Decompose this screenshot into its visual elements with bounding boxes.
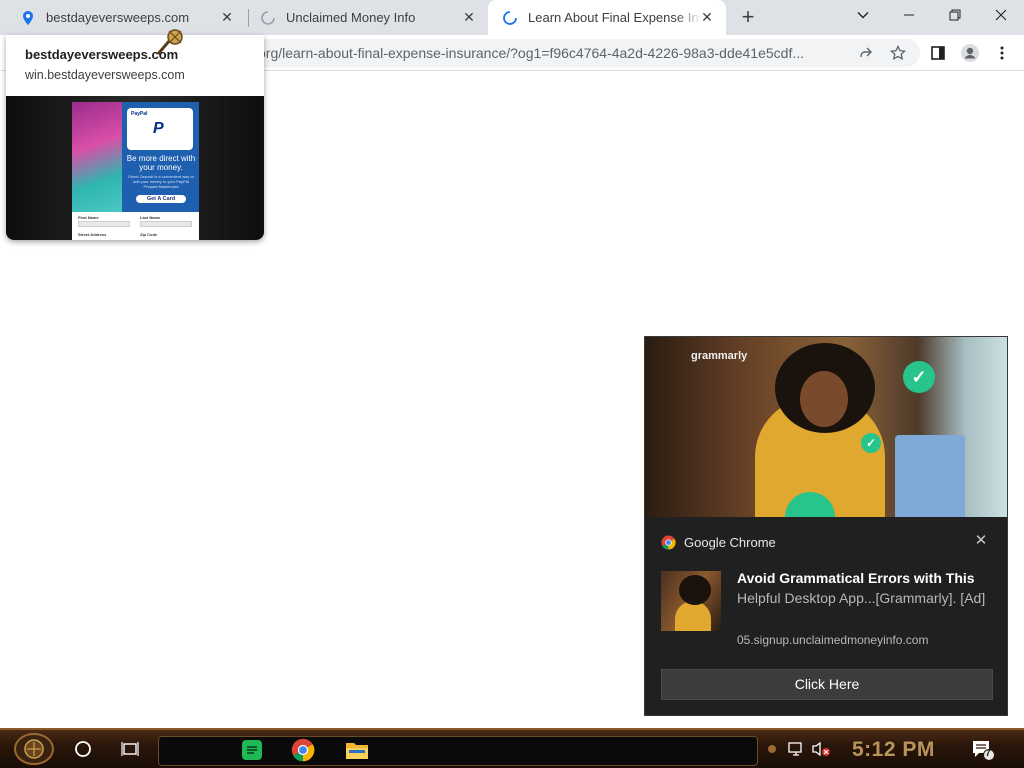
form-label: First Name <box>78 215 99 220</box>
restore-button[interactable] <box>932 0 978 30</box>
bookmark-button[interactable] <box>886 41 910 65</box>
grammarly-logo: grammarly <box>691 350 748 362</box>
form-label: Street Address <box>78 232 107 237</box>
chrome-notification[interactable]: grammarly ✓ ✓ Google Chrome ✕ Avoid Gram… <box>644 336 1008 716</box>
form-label: Zip Code <box>140 232 158 237</box>
chevron-up-icon <box>768 745 776 753</box>
folder-icon <box>346 743 368 759</box>
start-button[interactable] <box>10 732 58 766</box>
taskbar-app-file-explorer[interactable] <box>344 738 370 762</box>
notification-source: 05.signup.unclaimedmoneyinfo.com <box>737 633 929 647</box>
notification-hero-image: grammarly ✓ ✓ <box>645 337 1007 517</box>
task-view-icon <box>121 742 139 756</box>
new-tab-button[interactable]: + <box>736 6 760 30</box>
paypal-ad-preview: PayPal P Be more direct with your money.… <box>72 102 199 240</box>
volume-muted-icon <box>812 741 830 757</box>
show-hidden-icons-button[interactable] <box>766 742 778 756</box>
spreadsheet-app-icon <box>242 740 262 760</box>
form-field <box>78 221 130 227</box>
menu-button[interactable] <box>990 41 1014 65</box>
hover-card-domain: win.bestdayeversweeps.com <box>25 68 185 82</box>
screen: bestdayeversweeps.com ✕ Unclaimed Money … <box>0 0 1024 768</box>
taskbar-app-chrome[interactable] <box>290 737 316 763</box>
cortana-button[interactable] <box>72 738 94 760</box>
location-pin-icon <box>23 10 33 25</box>
side-panel-button[interactable] <box>926 41 950 65</box>
notification-body: Helpful Desktop App...[Grammarly]. [Ad] <box>737 590 986 606</box>
form-label: Last Name <box>140 215 161 220</box>
paypal-p-icon: P <box>153 120 164 137</box>
star-icon <box>890 45 906 61</box>
tab-title: bestdayeversweeps.com <box>46 10 190 25</box>
chevron-down-icon <box>857 12 869 19</box>
restore-icon <box>949 9 961 21</box>
tab-bestdayeversweeps[interactable]: bestdayeversweeps.com ✕ <box>6 0 246 35</box>
action-center-button[interactable]: 7 <box>970 738 996 762</box>
close-tab-icon[interactable]: ✕ <box>462 10 476 24</box>
loading-spinner-icon <box>261 10 275 25</box>
steampunk-start-icon <box>14 733 54 765</box>
network-tray-button[interactable] <box>786 740 806 758</box>
thumbnail-person <box>675 601 711 631</box>
form-field <box>140 221 192 227</box>
laptop-shape <box>895 435 965 517</box>
network-icon <box>788 742 802 756</box>
cursor-icon <box>156 29 183 55</box>
thumbnail-hair <box>679 575 711 605</box>
notification-header: Google Chrome <box>661 535 776 550</box>
avatar-icon <box>961 44 979 62</box>
loading-spinner-icon <box>503 10 517 25</box>
taskbar: 5:12 PM 7 <box>0 728 1024 768</box>
tab-strip: bestdayeversweeps.com ✕ Unclaimed Money … <box>0 0 1024 35</box>
profile-button[interactable] <box>958 41 982 65</box>
side-panel-icon <box>931 46 945 60</box>
tab-final-expense[interactable]: Learn About Final Expense Insurance ✕ <box>488 0 726 35</box>
notification-app-name: Google Chrome <box>684 535 776 550</box>
person-face <box>800 371 848 427</box>
paypal-card: PayPal P <box>127 108 193 150</box>
ad-card-collage <box>72 102 122 212</box>
url-text[interactable]: org/learn-about-final-expense-insurance/… <box>258 45 848 61</box>
minimize-icon <box>904 14 914 16</box>
close-icon <box>995 9 1007 21</box>
notification-title: Avoid Grammatical Errors with This <box>737 570 975 586</box>
clock[interactable]: 5:12 PM <box>852 738 935 762</box>
circle-icon <box>75 741 91 757</box>
click-here-button[interactable]: Click Here <box>661 669 993 700</box>
share-button[interactable] <box>854 41 878 65</box>
close-window-button[interactable] <box>978 0 1024 30</box>
tab-search-button[interactable] <box>840 0 886 30</box>
ad-banner: PayPal P Be more direct with your money.… <box>72 102 199 212</box>
hover-card-preview: PayPal P Be more direct with your money.… <box>6 96 264 240</box>
taskbar-app-sheets[interactable] <box>240 738 264 762</box>
minimize-button[interactable] <box>886 0 932 30</box>
notification-count-badge: 7 <box>985 748 991 758</box>
notification-thumbnail <box>661 571 721 631</box>
chrome-icon <box>661 535 676 550</box>
checkmark-icon: ✓ <box>903 361 935 393</box>
close-tab-icon[interactable]: ✕ <box>700 10 714 24</box>
ad-form: First Name Last Name Street Address Zip … <box>72 212 199 240</box>
checkmark-icon: ✓ <box>861 433 881 453</box>
more-vert-icon <box>1000 46 1004 60</box>
tab-unclaimed-money[interactable]: Unclaimed Money Info ✕ <box>246 0 488 35</box>
tab-title: Unclaimed Money Info <box>286 10 416 25</box>
notification-close-button[interactable]: ✕ <box>973 533 989 549</box>
chrome-icon <box>291 738 315 762</box>
share-icon <box>860 47 872 57</box>
close-tab-icon[interactable]: ✕ <box>220 10 234 24</box>
tab-hover-card: bestdayeversweeps.com win.bestdayeverswe… <box>6 35 264 240</box>
ad-body: Direct Deposit is a convenient way to ad… <box>128 174 194 189</box>
tab-title: Learn About Final Expense Insurance <box>528 10 702 25</box>
ad-headline: Be more direct with your money. <box>126 154 196 172</box>
get-card-button: Get A Card <box>136 195 186 203</box>
volume-tray-button[interactable] <box>810 740 832 758</box>
task-view-button[interactable] <box>118 738 142 760</box>
paypal-logo: PayPal <box>131 111 148 117</box>
